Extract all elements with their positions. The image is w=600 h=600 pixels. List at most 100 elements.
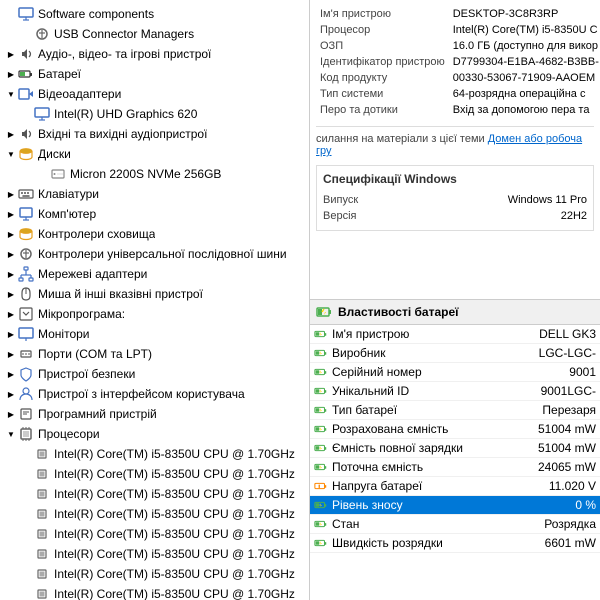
- tree-item-label: Комп'ютер: [38, 207, 96, 221]
- tree-item-battery[interactable]: ▶Батареї: [0, 64, 309, 84]
- expand-arrow[interactable]: ▶: [6, 129, 16, 139]
- battery-property-row[interactable]: Напруга батареї 11.020 V: [310, 477, 600, 496]
- tree-item-label: Пристрої безпеки: [38, 367, 135, 381]
- info-label: Тип системи: [316, 86, 449, 102]
- expand-arrow[interactable]: ▼: [6, 429, 16, 439]
- battery-property-row[interactable]: Серійний номер 9001: [310, 363, 600, 382]
- tree-item-mouse[interactable]: ▶Миша й інші вказівні пристрої: [0, 284, 309, 304]
- expand-arrow[interactable]: ▶: [6, 409, 16, 419]
- tree-item-ports[interactable]: ▶Порти (COM та LPT): [0, 344, 309, 364]
- tree-item-cpu6[interactable]: Intel(R) Core(TM) i5-8350U CPU @ 1.70GHz: [0, 544, 309, 564]
- info-value: Intel(R) Core(TM) i5-8350U C: [449, 22, 600, 38]
- tree-item-computer[interactable]: ▶ Комп'ютер: [0, 204, 309, 224]
- tree-item-cpu4[interactable]: Intel(R) Core(TM) i5-8350U CPU @ 1.70GHz: [0, 504, 309, 524]
- battery-row-label: Тип батареї: [314, 403, 516, 417]
- expand-arrow[interactable]: ▶: [6, 349, 16, 359]
- tree-item-user-devices[interactable]: ▶Пристрої з інтерфейсом користувача: [0, 384, 309, 404]
- storage-icon: [18, 146, 34, 162]
- tree-item-cpu3[interactable]: Intel(R) Core(TM) i5-8350U CPU @ 1.70GHz: [0, 484, 309, 504]
- tree-item-processors[interactable]: ▼Процесори: [0, 424, 309, 444]
- info-label: ОЗП: [316, 38, 449, 54]
- tree-item-cpu2[interactable]: Intel(R) Core(TM) i5-8350U CPU @ 1.70GHz: [0, 464, 309, 484]
- tree-item-usb[interactable]: USB Connector Managers: [0, 24, 309, 44]
- expand-arrow[interactable]: ▶: [6, 189, 16, 199]
- tree-item-cpu7[interactable]: Intel(R) Core(TM) i5-8350U CPU @ 1.70GHz: [0, 564, 309, 584]
- expand-arrow[interactable]: ▶: [6, 209, 16, 219]
- windows-info-row: ВипускWindows 11 Pro: [323, 192, 587, 208]
- tree-item-monitors[interactable]: ▶Монітори: [0, 324, 309, 344]
- tree-item-firmware[interactable]: ▶ Мікропрограма:: [0, 304, 309, 324]
- info-label: Ідентифікатор пристрою: [316, 54, 449, 70]
- battery-prop-name: Поточна ємність: [332, 460, 423, 474]
- tree-item-serial-ctrl[interactable]: ▶Контролери універсальної послідовної ши…: [0, 244, 309, 264]
- battery-property-row[interactable]: Ім'я пристрою DELL GK3: [310, 325, 600, 344]
- battery-prop-name: Рівень зносу: [332, 498, 403, 512]
- info-row: Код продукту00330-53067-71909-AAOEM: [316, 70, 600, 86]
- expand-arrow[interactable]: ▶: [6, 269, 16, 279]
- battery-prop-value: Перезаря: [516, 403, 596, 417]
- link-prefix: силання на матеріали з цієї теми: [316, 133, 485, 145]
- tree-item-cpu5[interactable]: Intel(R) Core(TM) i5-8350U CPU @ 1.70GHz: [0, 524, 309, 544]
- expand-arrow[interactable]: ▶: [6, 289, 16, 299]
- tree-item-software[interactable]: Software components: [0, 4, 309, 24]
- battery-header: Властивості батареї: [310, 300, 600, 325]
- battery-property-row[interactable]: Рівень зносу 0 %: [310, 496, 600, 515]
- battery-row-label: Ім'я пристрою: [314, 327, 516, 341]
- tree-item-security[interactable]: ▶ Пристрої безпеки: [0, 364, 309, 384]
- battery-row-label: Швидкість розрядки: [314, 536, 516, 550]
- tree-item-program[interactable]: ▶ Програмний пристрій: [0, 404, 309, 424]
- battery-prop-name: Серійний номер: [332, 365, 422, 379]
- battery-property-row[interactable]: Розрахована ємність 51004 mW: [310, 420, 600, 439]
- info-row: ОЗП16.0 ГБ (доступно для викор: [316, 38, 600, 54]
- expand-arrow[interactable]: ▶: [6, 369, 16, 379]
- tree-item-storage-ctrl[interactable]: ▶Контролери сховища: [0, 224, 309, 244]
- expand-arrow[interactable]: ▶: [6, 249, 16, 259]
- battery-property-row[interactable]: Поточна ємність 24065 mW: [310, 458, 600, 477]
- security-icon: [18, 366, 34, 382]
- info-row: Ім'я пристроюDESKTOP-3C8R3RP: [316, 6, 600, 22]
- battery-property-row[interactable]: Виробник LGC-LGC-: [310, 344, 600, 363]
- battery-property-row[interactable]: Швидкість розрядки 6601 mW: [310, 534, 600, 553]
- info-value: 16.0 ГБ (доступно для викор: [449, 38, 600, 54]
- tree-item-disks[interactable]: ▼Диски: [0, 144, 309, 164]
- tree-item-keyboards[interactable]: ▶Клавіатури: [0, 184, 309, 204]
- tree-item-network[interactable]: ▶Мережеві адаптери: [0, 264, 309, 284]
- battery-row-label: Ємність повної зарядки: [314, 441, 516, 455]
- expand-arrow[interactable]: ▶: [6, 329, 16, 339]
- tree-item-cpu8[interactable]: Intel(R) Core(TM) i5-8350U CPU @ 1.70GHz: [0, 584, 309, 600]
- expand-arrow[interactable]: ▶: [6, 229, 16, 239]
- expand-arrow[interactable]: ▶: [6, 309, 16, 319]
- tree-item-label: Intel(R) Core(TM) i5-8350U CPU @ 1.70GHz: [54, 547, 295, 561]
- tree-item-label: Мікропрограма:: [38, 307, 125, 321]
- battery-row-icon: [314, 422, 328, 436]
- mouse-icon: [18, 286, 34, 302]
- tree-item-label: Аудіо-, відео- та ігрові пристрої: [38, 47, 211, 61]
- info-row: Ідентифікатор пристроюD7799304-E1BA-4682…: [316, 54, 600, 70]
- battery-property-row[interactable]: Стан Розрядка: [310, 515, 600, 534]
- expand-arrow[interactable]: ▶: [6, 69, 16, 79]
- battery-property-row[interactable]: Унікальний ID 9001LGC-: [310, 382, 600, 401]
- info-row: Перо та дотикиВхід за допомогою пера та: [316, 102, 600, 118]
- battery-prop-name: Виробник: [332, 346, 386, 360]
- tree-item-video-child[interactable]: Intel(R) UHD Graphics 620: [0, 104, 309, 124]
- tree-item-cpu1[interactable]: Intel(R) Core(TM) i5-8350U CPU @ 1.70GHz: [0, 444, 309, 464]
- expand-arrow[interactable]: ▼: [6, 89, 16, 99]
- battery-property-row[interactable]: Тип батареї Перезаря: [310, 401, 600, 420]
- expand-arrow[interactable]: ▼: [6, 149, 16, 159]
- tree-item-input[interactable]: ▶Вхідні та вихідні аудіопристрої: [0, 124, 309, 144]
- tree-item-audio[interactable]: ▶ Аудіо-, відео- та ігрові пристрої: [0, 44, 309, 64]
- battery-prop-name: Швидкість розрядки: [332, 536, 443, 550]
- tree-item-label: Програмний пристрій: [38, 407, 157, 421]
- battery-prop-value: 0 %: [516, 498, 596, 512]
- tree-item-video[interactable]: ▼Відеоадаптери: [0, 84, 309, 104]
- battery-prop-value: LGC-LGC-: [516, 346, 596, 360]
- tree-item-label: Intel(R) Core(TM) i5-8350U CPU @ 1.70GHz: [54, 487, 295, 501]
- battery-prop-name: Стан: [332, 517, 359, 531]
- tree-item-disk-child[interactable]: Micron 2200S NVMe 256GB: [0, 164, 309, 184]
- windows-specs-section: Специфікації Windows ВипускWindows 11 Pr…: [316, 165, 594, 231]
- windows-label: Випуск: [323, 194, 358, 206]
- expand-arrow[interactable]: ▶: [6, 389, 16, 399]
- battery-property-row[interactable]: Ємність повної зарядки 51004 mW: [310, 439, 600, 458]
- cpu-icon: [34, 486, 50, 502]
- expand-arrow[interactable]: ▶: [6, 49, 16, 59]
